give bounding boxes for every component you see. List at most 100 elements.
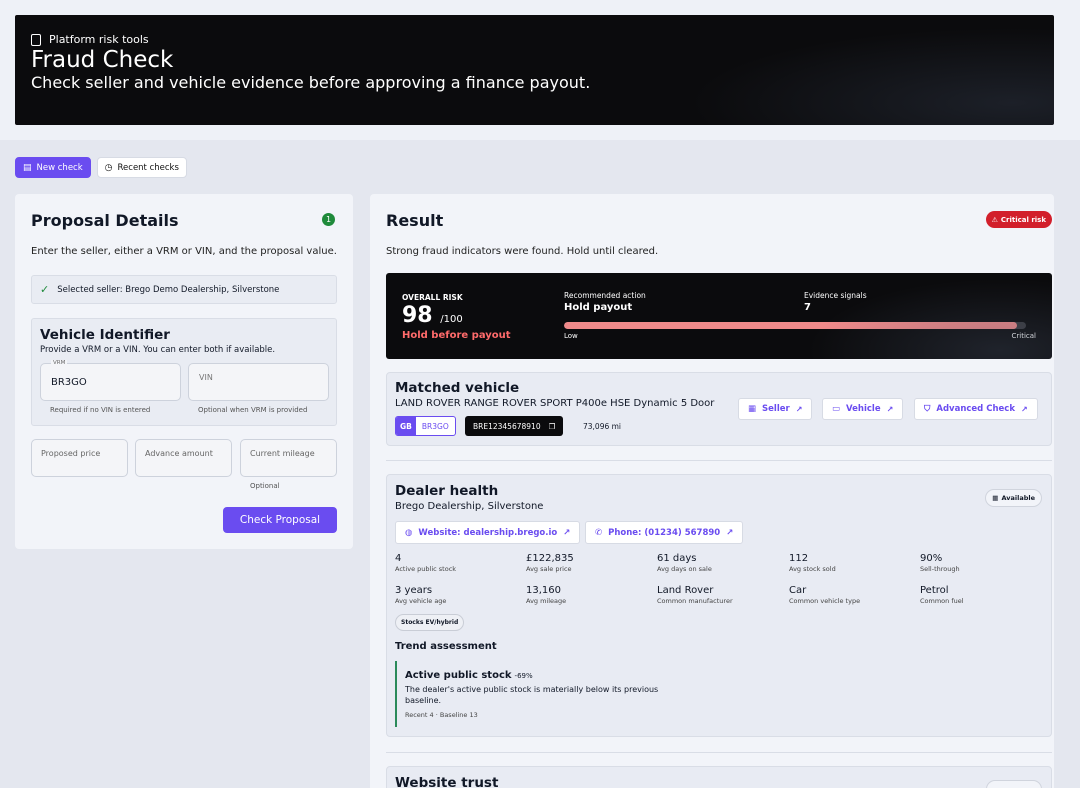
tab-label: Recent checks [117,162,179,173]
external-link-icon: ↗ [886,404,894,414]
store-icon: ▦ [992,494,999,502]
external-link-icon: ↗ [563,527,571,538]
website-trust-badge [986,780,1042,788]
stat-label: Avg stock sold [789,565,836,573]
seller-link-button[interactable]: ▦ Seller ↗ [738,398,813,420]
vehicle-identifier-section: Vehicle Identifier Provide a VRM or a VI… [31,318,337,426]
seller-link-label: Seller [762,404,790,414]
stat-label: Common vehicle type [789,597,861,605]
stat-avg-stock-sold: 112 Avg stock sold [789,553,914,573]
clock-icon: ◷ [104,162,113,173]
copy-icon[interactable]: ❐ [549,422,556,431]
kicker-text: Platform risk tools [49,33,149,46]
check-proposal-button[interactable]: Check Proposal [223,507,337,533]
risk-bar-track [564,322,1026,329]
signals-label: Evidence signals [804,291,867,300]
step-badge: 1 [322,213,335,226]
number-plate: GB BR3GO [395,416,456,436]
proposed-price-input[interactable]: Proposed price [31,439,128,477]
vehicle-identifier-title: Vehicle Identifier [40,327,170,343]
overall-risk-panel: OVERALL RISK 98 /100 Hold before payout … [386,273,1052,359]
dealer-phone-link[interactable]: ✆ Phone: (01234) 567890 ↗ [585,521,744,544]
overall-risk-score: 98 /100 [402,303,463,328]
risk-bar-fill [564,322,1017,329]
ev-hybrid-badge: Stocks EV/hybrid [395,614,465,631]
stat-common-fuel: Petrol Common fuel [920,585,1045,605]
trend-assessment-title: Trend assessment [395,641,497,652]
proposal-intro: Enter the seller, either a VRM or VIN, a… [31,246,337,257]
vrm-input[interactable]: VRM BR3GO [40,360,181,401]
external-link-icon: ↗ [1020,404,1028,414]
advanced-check-link-button[interactable]: ⛉ Advanced Check ↗ [914,398,1038,420]
proposal-title: Proposal Details [31,211,179,230]
proposal-details-card: Proposal Details 1 Enter the seller, eit… [15,194,353,549]
globe-icon: ◍ [405,527,413,538]
stat-value: £122,835 [526,553,574,564]
tab-new-check[interactable]: ▤ New check [15,157,91,178]
vin-placeholder: VIN [199,373,213,382]
plate-reg: BR3GO [421,421,449,431]
phone-text: Phone: (01234) 567890 [608,527,721,538]
stat-label: Common fuel [920,597,964,605]
result-summary: Strong fraud indicators were found. Hold… [386,246,659,257]
vin-chip[interactable]: BRE12345678910 ❐ [465,416,564,436]
vrm-label: VRM [51,360,68,366]
advanced-check-link-label: Advanced Check [936,404,1015,414]
car-icon: ▭ [832,404,841,414]
page-subtitle: Check seller and vehicle evidence before… [31,73,591,92]
stat-avg-sale-price: £122,835 Avg sale price [526,553,651,573]
action-value: Hold payout [564,302,633,313]
vehicle-mileage: 73,096 mi [583,422,622,431]
advance-amount-placeholder: Advance amount [145,449,213,458]
plate-country: GB [396,417,416,435]
risk-bar-critical-label: Critical [1011,332,1036,340]
vehicle-identifier-subtitle: Provide a VRM or a VIN. You can enter bo… [40,345,276,355]
vehicle-link-button[interactable]: ▭ Vehicle ↗ [822,398,904,420]
critical-risk-badge: ⚠ Critical risk [985,211,1052,228]
dealer-name: Brego Dealership, Silverstone [395,501,544,512]
shield-icon: ⛉ [924,404,931,414]
vin-value: BRE12345678910 [473,421,541,431]
score-value: 98 [402,303,433,328]
stat-avg-vehicle-age: 3 years Avg vehicle age [395,585,520,605]
current-mileage-placeholder: Current mileage [250,449,315,458]
matched-vehicle-section: Matched vehicle LAND ROVER RANGE ROVER S… [386,372,1052,446]
stat-avg-mileage: 13,160 Avg mileage [526,585,651,605]
store-icon: ▦ [748,404,757,414]
matched-vehicle-title: Matched vehicle [395,380,520,396]
document-icon: ▤ [23,162,32,173]
header-kicker: Platform risk tools [31,33,149,46]
tab-recent-checks[interactable]: ◷ Recent checks [96,157,187,178]
stat-label: Common manufacturer [657,597,733,605]
vin-input[interactable]: VIN [188,363,329,401]
stat-avg-days-on-sale: 61 days Avg days on sale [657,553,782,573]
trend-item-title: Active public stock -69% [405,670,705,681]
dealer-website-link[interactable]: ◍ Website: dealership.brego.io ↗ [395,521,581,544]
stat-value: 90% [920,553,943,564]
stat-label: Avg mileage [526,597,567,605]
stat-label: Active public stock [395,565,457,573]
vin-hint: Optional when VRM is provided [198,406,308,414]
availability-text: Available [1001,494,1035,502]
stat-value: Land Rover [657,585,714,596]
advance-amount-input[interactable]: Advance amount [135,439,232,477]
overall-risk-label: OVERALL RISK [402,293,463,302]
stat-value: 61 days [657,553,697,564]
dealer-health-title: Dealer health [395,483,499,499]
stat-label: Sell-through [920,565,960,573]
stat-value: 4 [395,553,402,564]
selected-seller[interactable]: ✓ Selected seller: Brego Demo Dealership… [31,275,337,304]
mileage-hint: Optional [250,482,280,490]
score-max: /100 [440,314,463,325]
phone-icon: ✆ [595,527,603,538]
stat-value: Car [789,585,807,596]
vrm-value: BR3GO [51,377,87,388]
vrm-hint: Required if no VIN is entered [50,406,151,414]
stat-label: Avg vehicle age [395,597,447,605]
tab-bar: ▤ New check ◷ Recent checks [15,157,187,178]
current-mileage-input[interactable]: Current mileage [240,439,337,477]
warning-icon: ⚠ [991,215,998,224]
page-title: Fraud Check [31,47,174,73]
divider [386,752,1052,753]
stat-label: Avg sale price [526,565,572,573]
